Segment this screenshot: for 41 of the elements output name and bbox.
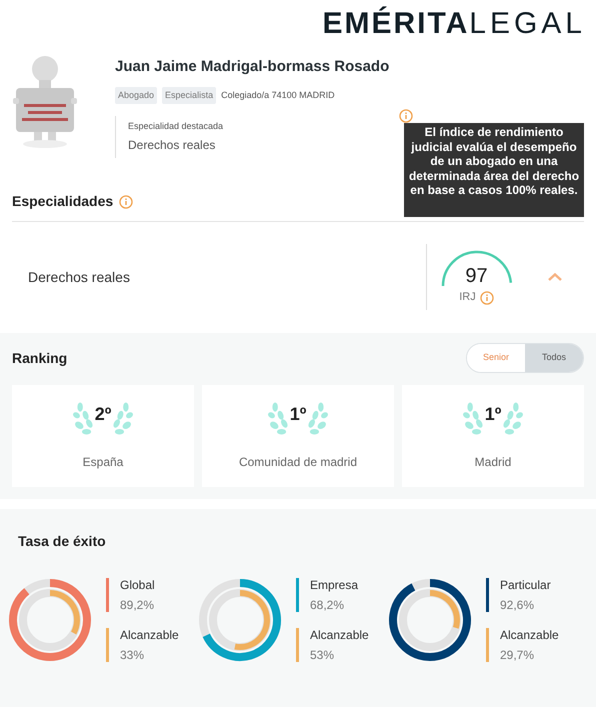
toggle-option[interactable]: Todos (525, 344, 583, 372)
featured-specialty: Derechos reales (128, 136, 216, 154)
tag: Abogado (115, 86, 158, 104)
score-label: IRJ (459, 290, 476, 306)
legend-bar (486, 628, 489, 662)
section-title: Ranking (12, 348, 68, 368)
section-title: Tasa de éxito (18, 532, 107, 551)
legend-label: Particular (500, 577, 551, 594)
legend-label: Alcanzable (120, 627, 179, 644)
registration-number: Colegiado/a 74100 MADRID (221, 88, 335, 102)
rank-region: Madrid (474, 454, 512, 471)
info-icon[interactable] (119, 194, 134, 208)
legend-bar (106, 628, 109, 662)
rank-position: 2º (94, 403, 112, 426)
legend-label: Alcanzable (500, 627, 559, 644)
legend-value: 53% (310, 647, 336, 664)
legend-value: 92,6% (500, 597, 536, 614)
score: 97 (465, 264, 488, 288)
rank-region: Comunidad de madrid (238, 454, 358, 471)
legend-value: 29,7% (500, 647, 536, 664)
rank-position: 1º (290, 403, 306, 426)
logo: EMÉRITALEGAL (322, 8, 586, 42)
legend-value: 89,2% (120, 597, 155, 614)
legend-label: Empresa (310, 577, 358, 594)
tag: Especialista (162, 86, 216, 104)
chevron-icon[interactable] (548, 273, 562, 281)
legend-value: 33% (120, 647, 146, 664)
info-icon[interactable] (480, 290, 494, 304)
info-icon[interactable] (399, 109, 413, 123)
specialty-name: Derechos reales (27, 268, 131, 286)
lawyer-name: Juan Jaime Madrigal-bormass Rosado (115, 57, 390, 77)
legend-label: Global (120, 577, 155, 594)
rank-region: España (82, 454, 124, 471)
gauge-arc (440, 248, 512, 288)
tooltip: El índice de rendimiento judicial evalúa el desempeño de un abogado en una determinada área del derecho en base a casos 100% reales. (404, 123, 584, 217)
legend-value: 68,2% (310, 597, 346, 614)
rank-position: 1º (484, 403, 502, 426)
featured-label: Especialidad destacada (128, 120, 224, 133)
legend-label: Alcanzable (310, 627, 369, 644)
section-title: Especialidades (12, 192, 114, 211)
legend-bar (296, 628, 299, 662)
